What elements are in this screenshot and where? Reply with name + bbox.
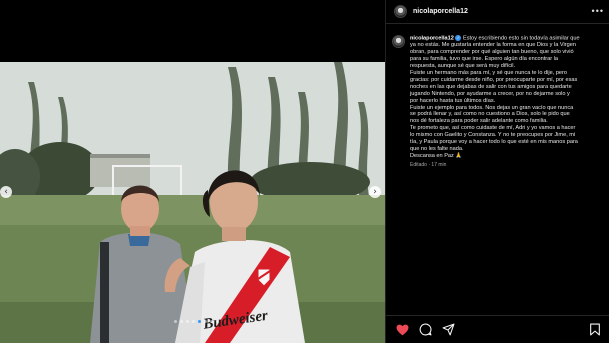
verified-badge-icon: ✓ — [455, 35, 462, 41]
carousel-prev-button[interactable]: ‹ — [0, 186, 12, 198]
caption-line: Fuiste un hermano más para mí, y sé que … — [410, 70, 568, 77]
bookmark-icon — [590, 323, 600, 336]
caption-line: Estoy escribiendo esto sin todavía asimi… — [462, 35, 580, 42]
carousel-dot — [204, 320, 207, 323]
caption-username[interactable]: nicolaporcella12 — [410, 35, 454, 41]
save-button[interactable] — [588, 323, 602, 337]
carousel-next-button[interactable]: › — [369, 186, 381, 198]
chevron-left-icon: ‹ — [4, 187, 8, 197]
post-time[interactable]: 17 min — [431, 162, 446, 168]
caption-line: se podrá llenar y, así como no cuestiono… — [410, 111, 570, 118]
caption-line: que no les falte nada. — [410, 145, 464, 152]
header-username[interactable]: nicolaporcella12 — [413, 8, 468, 15]
caption-line: ya no estás. Me gustaría entender la for… — [410, 42, 576, 49]
caption-text: nicolaporcella12 ✓ Estoy escribiendo est… — [410, 35, 606, 169]
caption-line: Fuiste un ejemplo para todos. Nos dejas … — [410, 104, 574, 111]
comment-button[interactable] — [418, 323, 432, 337]
post-media[interactable]: Budweiser ‹ › — [0, 0, 385, 343]
caption-avatar[interactable] — [392, 35, 405, 48]
post-sidebar: nicolaporcella12 ••• nicolaporcella12 ✓ … — [385, 0, 609, 343]
carousel-dot — [174, 320, 177, 323]
post-meta: Editado · 17 min — [410, 161, 447, 168]
caption-line: tía, y Paula porque voy a hacer todo lo … — [410, 139, 578, 146]
carousel-dot — [186, 320, 189, 323]
photo-illustration: Budweiser — [0, 62, 385, 343]
carousel-dot — [216, 320, 219, 323]
caption-line: lo mismo con Gaelito y Constanza. Y no t… — [410, 132, 576, 139]
caption-line: Descansa en Paz 🙏 — [410, 152, 463, 159]
caption-line: gracias: por cuidarme desde niño, por pr… — [410, 76, 578, 83]
carousel-dot — [192, 320, 195, 323]
caption-line: por hacerlo hasta tus últimos días. — [410, 97, 496, 104]
caption-line: nos dé fortaleza para poder salir adelan… — [410, 118, 548, 125]
caption-line: respuesta, aunque sé que será muy difíci… — [410, 63, 516, 70]
carousel-dot — [180, 320, 183, 323]
comment-icon — [419, 323, 432, 336]
carousel-dot — [210, 320, 213, 323]
carousel-indicator — [174, 320, 219, 323]
caption-line: para su familia, tuvo que irse. Espero a… — [410, 56, 559, 63]
caption-line: obran, para comprender por qué alguien t… — [410, 49, 574, 56]
post-photo[interactable]: Budweiser — [0, 62, 385, 343]
edited-label: Editado — [410, 161, 427, 168]
caption-line: noches en las que dejabas de salir con t… — [410, 83, 572, 90]
action-bar — [386, 315, 609, 343]
share-button[interactable] — [441, 323, 455, 337]
like-button[interactable] — [395, 323, 409, 337]
more-icon[interactable]: ••• — [592, 6, 604, 16]
post-header: nicolaporcella12 ••• — [386, 0, 609, 24]
avatar[interactable] — [394, 5, 407, 18]
chevron-right-icon: › — [373, 187, 377, 197]
caption-line: jugando Nintendo, por ayudarme a crecer,… — [410, 90, 570, 97]
post-caption: nicolaporcella12 ✓ Estoy escribiendo est… — [392, 35, 606, 169]
share-icon — [442, 323, 454, 336]
caption-line: Te prometo que, así como cuidaste de mí,… — [410, 125, 576, 132]
carousel-dot-active — [198, 320, 201, 323]
heart-icon — [396, 324, 408, 335]
